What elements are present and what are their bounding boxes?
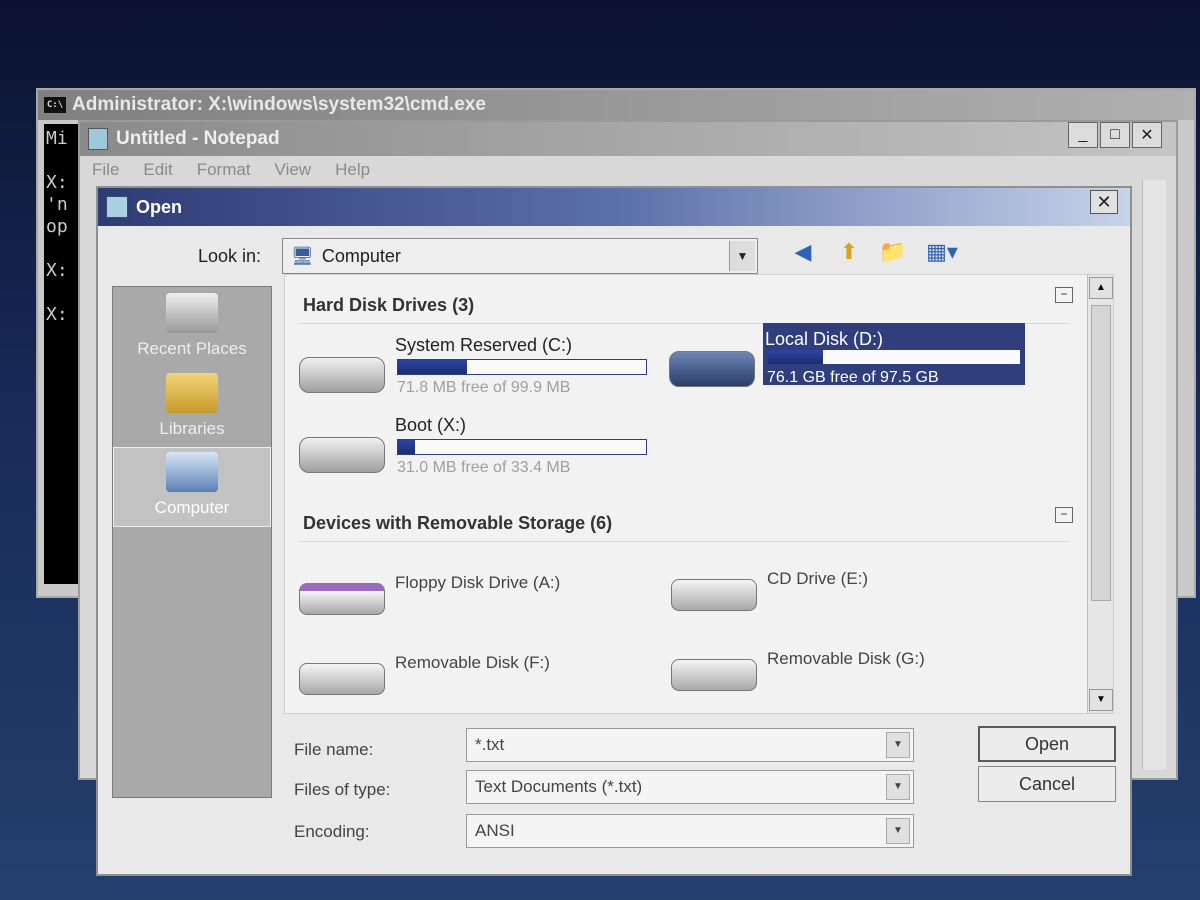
file-name-field[interactable]: *.txt ▼ bbox=[466, 728, 914, 762]
file-name-label: File name: bbox=[294, 740, 374, 759]
back-icon[interactable]: ◀ bbox=[788, 238, 818, 266]
drive-a[interactable]: Floppy Disk Drive (A:) bbox=[299, 557, 629, 627]
drive-usage-bar bbox=[397, 359, 647, 375]
menu-format[interactable]: Format bbox=[197, 160, 251, 180]
look-in-value: Computer bbox=[321, 245, 401, 266]
open-button[interactable]: Open bbox=[978, 726, 1116, 762]
notepad-title-bar[interactable]: Untitled - Notepad bbox=[80, 122, 1176, 156]
group-divider bbox=[299, 541, 1069, 542]
places-bar: Recent Places Libraries Computer bbox=[112, 286, 272, 798]
group-hard-disk-drives: Hard Disk Drives (3) bbox=[303, 295, 475, 315]
hard-drive-icon bbox=[299, 357, 385, 393]
drive-d[interactable]: Local Disk (D:) 76.1 GB free of 97.5 GB bbox=[669, 323, 1029, 399]
drive-name: CD Drive (E:) bbox=[767, 569, 869, 588]
chevron-down-icon[interactable]: ▼ bbox=[886, 774, 910, 800]
place-libraries[interactable]: Libraries bbox=[113, 367, 271, 447]
menu-help[interactable]: Help bbox=[335, 160, 370, 180]
dialog-notepad-icon bbox=[106, 196, 128, 218]
scroll-thumb[interactable] bbox=[1091, 305, 1111, 601]
look-in-label: Look in: bbox=[198, 246, 262, 266]
encoding-label: Encoding: bbox=[294, 822, 370, 841]
drive-free-space: 76.1 GB free of 97.5 GB bbox=[767, 369, 939, 386]
removable-disk-icon bbox=[299, 663, 385, 695]
up-folder-icon[interactable]: ⬆ bbox=[834, 238, 864, 266]
scroll-up-icon[interactable]: ▲ bbox=[1089, 277, 1113, 299]
file-list-scrollbar[interactable]: ▲ ▼ bbox=[1087, 275, 1113, 713]
menu-edit[interactable]: Edit bbox=[143, 160, 172, 180]
libraries-icon bbox=[166, 373, 218, 413]
menu-file[interactable]: File bbox=[92, 160, 119, 180]
hard-drive-icon bbox=[299, 437, 385, 473]
encoding-value: ANSI bbox=[475, 821, 515, 840]
collapse-icon[interactable]: − bbox=[1055, 507, 1073, 523]
cd-drive-icon bbox=[671, 579, 757, 611]
floppy-drive-icon bbox=[299, 583, 385, 615]
drive-name: Removable Disk (F:) bbox=[395, 653, 550, 672]
cancel-button[interactable]: Cancel bbox=[978, 766, 1116, 802]
cmd-title-bar[interactable]: C:\ Administrator: X:\windows\system32\c… bbox=[38, 90, 1194, 120]
place-recent-places[interactable]: Recent Places bbox=[113, 287, 271, 367]
chevron-down-icon[interactable]: ▼ bbox=[886, 732, 910, 758]
drive-name: Removable Disk (G:) bbox=[767, 649, 925, 668]
notepad-title: Untitled - Notepad bbox=[116, 128, 280, 149]
drive-usage-bar bbox=[767, 349, 1021, 365]
removable-disk-icon bbox=[671, 659, 757, 691]
drive-usage-fill bbox=[398, 360, 468, 374]
view-menu-icon[interactable]: ▦▾ bbox=[922, 238, 962, 266]
open-dialog[interactable]: Open ✕ Look in: 🖥 Computer ▼ ◀ ⬆ 📁 ▦▾ Re… bbox=[96, 186, 1132, 876]
dialog-title: Open bbox=[136, 196, 183, 217]
minimize-button[interactable]: _ bbox=[1068, 122, 1098, 148]
file-name-value: *.txt bbox=[475, 735, 505, 754]
new-folder-icon[interactable]: 📁 bbox=[878, 238, 908, 266]
file-type-value: Text Documents (*.txt) bbox=[475, 777, 643, 796]
drive-e[interactable]: CD Drive (E:) bbox=[671, 553, 1001, 623]
close-button[interactable]: ✕ bbox=[1132, 122, 1162, 148]
collapse-icon[interactable]: − bbox=[1055, 287, 1073, 303]
dialog-title-bar[interactable]: Open bbox=[98, 188, 1130, 226]
drive-usage-fill bbox=[398, 440, 416, 454]
file-type-label: Files of type: bbox=[294, 780, 391, 799]
drive-usage-bar bbox=[397, 439, 647, 455]
notepad-scrollbar[interactable] bbox=[1142, 180, 1166, 770]
menu-view[interactable]: View bbox=[275, 160, 312, 180]
computer-icon bbox=[166, 452, 218, 492]
file-list[interactable]: Hard Disk Drives (3) − System Reserved (… bbox=[284, 274, 1114, 714]
drive-name: Local Disk (D:) bbox=[765, 329, 884, 349]
drive-free-space: 31.0 MB free of 33.4 MB bbox=[397, 459, 571, 476]
drive-c[interactable]: System Reserved (C:) 71.8 MB free of 99.… bbox=[299, 335, 659, 405]
look-in-dropdown[interactable]: 🖥 Computer ▼ bbox=[282, 238, 758, 274]
scroll-down-icon[interactable]: ▼ bbox=[1089, 689, 1113, 711]
chevron-down-icon[interactable]: ▼ bbox=[729, 241, 755, 271]
drive-f[interactable]: Removable Disk (F:) bbox=[299, 637, 629, 707]
place-label: Libraries bbox=[159, 419, 225, 438]
drive-g[interactable]: Removable Disk (G:) bbox=[671, 633, 1001, 703]
place-computer[interactable]: Computer bbox=[113, 447, 271, 527]
recent-places-icon bbox=[166, 293, 218, 333]
dialog-close-button[interactable]: ✕ bbox=[1090, 190, 1118, 214]
maximize-button[interactable]: □ bbox=[1100, 122, 1130, 148]
notepad-menu-bar: File Edit Format View Help bbox=[80, 156, 1176, 184]
drive-name: Boot (X:) bbox=[395, 415, 467, 435]
cmd-icon: C:\ bbox=[44, 97, 66, 113]
drive-name: System Reserved (C:) bbox=[395, 335, 573, 355]
drive-free-space: 71.8 MB free of 99.9 MB bbox=[397, 379, 571, 396]
place-label: Computer bbox=[154, 498, 230, 517]
chevron-down-icon[interactable]: ▼ bbox=[886, 818, 910, 844]
group-removable-storage: Devices with Removable Storage (6) bbox=[303, 513, 613, 533]
hard-drive-icon bbox=[669, 351, 755, 387]
cmd-title: Administrator: X:\windows\system32\cmd.e… bbox=[72, 94, 486, 115]
notepad-window-controls: _ □ ✕ bbox=[1068, 122, 1162, 148]
place-label: Recent Places bbox=[137, 339, 247, 358]
notepad-icon bbox=[88, 128, 108, 150]
computer-icon: 🖥 bbox=[291, 245, 314, 266]
drive-usage-fill bbox=[768, 350, 824, 364]
encoding-dropdown[interactable]: ANSI ▼ bbox=[466, 814, 914, 848]
drive-name: Floppy Disk Drive (A:) bbox=[395, 573, 561, 592]
file-type-dropdown[interactable]: Text Documents (*.txt) ▼ bbox=[466, 770, 914, 804]
drive-x[interactable]: Boot (X:) 31.0 MB free of 33.4 MB bbox=[299, 415, 659, 485]
